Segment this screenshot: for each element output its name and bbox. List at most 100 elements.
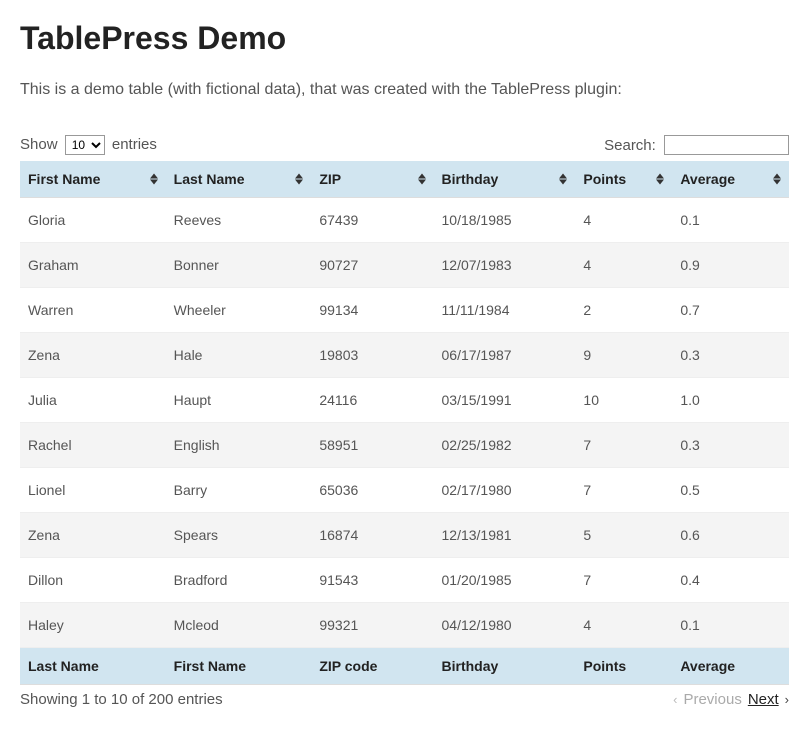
column-header-label: ZIP <box>319 171 341 187</box>
column-header[interactable]: ZIP <box>311 161 433 198</box>
cell-zip: 16874 <box>311 513 433 558</box>
table-row: HaleyMcleod9932104/12/198040.1 <box>20 603 789 648</box>
cell-points: 4 <box>575 243 672 288</box>
page-title: TablePress Demo <box>20 20 789 57</box>
cell-avg: 0.1 <box>672 198 789 243</box>
footer-header: Last Name <box>20 648 166 685</box>
table-row: WarrenWheeler9913411/11/198420.7 <box>20 288 789 333</box>
show-prefix: Show <box>20 136 58 153</box>
sort-icon <box>773 174 781 185</box>
cell-points: 5 <box>575 513 672 558</box>
sort-icon <box>656 174 664 185</box>
cell-points: 9 <box>575 333 672 378</box>
cell-birthday: 03/15/1991 <box>434 378 576 423</box>
cell-avg: 0.9 <box>672 243 789 288</box>
cell-zip: 99134 <box>311 288 433 333</box>
cell-avg: 1.0 <box>672 378 789 423</box>
cell-birthday: 12/13/1981 <box>434 513 576 558</box>
cell-zip: 90727 <box>311 243 433 288</box>
cell-birthday: 04/12/1980 <box>434 603 576 648</box>
cell-birthday: 01/20/1985 <box>434 558 576 603</box>
cell-avg: 0.5 <box>672 468 789 513</box>
next-button[interactable]: Next <box>748 691 779 708</box>
cell-last: Hale <box>166 333 312 378</box>
column-header[interactable]: First Name <box>20 161 166 198</box>
column-header[interactable]: Average <box>672 161 789 198</box>
table-info: Showing 1 to 10 of 200 entries <box>20 691 223 708</box>
cell-birthday: 10/18/1985 <box>434 198 576 243</box>
cell-points: 4 <box>575 603 672 648</box>
footer-header: First Name <box>166 648 312 685</box>
intro-text: This is a demo table (with fictional dat… <box>20 81 789 99</box>
cell-zip: 91543 <box>311 558 433 603</box>
cell-avg: 0.3 <box>672 423 789 468</box>
cell-first: Haley <box>20 603 166 648</box>
cell-first: Gloria <box>20 198 166 243</box>
cell-last: English <box>166 423 312 468</box>
cell-avg: 0.1 <box>672 603 789 648</box>
search-input[interactable] <box>664 135 789 155</box>
cell-first: Graham <box>20 243 166 288</box>
cell-points: 7 <box>575 558 672 603</box>
sort-icon <box>559 174 567 185</box>
table-row: GloriaReeves6743910/18/198540.1 <box>20 198 789 243</box>
cell-last: Reeves <box>166 198 312 243</box>
cell-avg: 0.6 <box>672 513 789 558</box>
show-entries-control: Show 10 entries <box>20 135 157 155</box>
cell-last: Spears <box>166 513 312 558</box>
table-row: ZenaHale1980306/17/198790.3 <box>20 333 789 378</box>
cell-first: Julia <box>20 378 166 423</box>
cell-birthday: 02/25/1982 <box>434 423 576 468</box>
cell-last: Bradford <box>166 558 312 603</box>
cell-last: Barry <box>166 468 312 513</box>
column-header-label: Points <box>583 171 626 187</box>
cell-points: 10 <box>575 378 672 423</box>
column-header-label: Last Name <box>174 171 245 187</box>
cell-points: 4 <box>575 198 672 243</box>
cell-last: Haupt <box>166 378 312 423</box>
sort-icon <box>418 174 426 185</box>
cell-last: Bonner <box>166 243 312 288</box>
cell-first: Warren <box>20 288 166 333</box>
column-header-label: Average <box>680 171 735 187</box>
prev-button[interactable]: Previous <box>683 691 741 708</box>
cell-birthday: 02/17/1980 <box>434 468 576 513</box>
column-header[interactable]: Points <box>575 161 672 198</box>
search-label: Search: <box>604 137 656 154</box>
table-row: LionelBarry6503602/17/198070.5 <box>20 468 789 513</box>
show-suffix: entries <box>112 136 157 153</box>
column-header-label: Birthday <box>442 171 499 187</box>
cell-zip: 99321 <box>311 603 433 648</box>
data-table: First NameLast NameZIPBirthdayPointsAver… <box>20 161 789 685</box>
table-row: ZenaSpears1687412/13/198150.6 <box>20 513 789 558</box>
cell-zip: 19803 <box>311 333 433 378</box>
footer-header: ZIP code <box>311 648 433 685</box>
cell-zip: 65036 <box>311 468 433 513</box>
cell-last: Mcleod <box>166 603 312 648</box>
cell-points: 7 <box>575 423 672 468</box>
cell-birthday: 12/07/1983 <box>434 243 576 288</box>
cell-zip: 58951 <box>311 423 433 468</box>
entries-select[interactable]: 10 <box>65 135 105 155</box>
cell-first: Zena <box>20 513 166 558</box>
column-header-label: First Name <box>28 171 100 187</box>
cell-first: Rachel <box>20 423 166 468</box>
column-header[interactable]: Birthday <box>434 161 576 198</box>
cell-avg: 0.7 <box>672 288 789 333</box>
cell-birthday: 11/11/1984 <box>434 288 576 333</box>
search-control: Search: <box>604 135 789 155</box>
cell-last: Wheeler <box>166 288 312 333</box>
table-row: RachelEnglish5895102/25/198270.3 <box>20 423 789 468</box>
column-header[interactable]: Last Name <box>166 161 312 198</box>
cell-avg: 0.4 <box>672 558 789 603</box>
chevron-left-icon: ‹ <box>673 692 677 707</box>
pager: ‹ Previous Next › <box>673 691 789 708</box>
footer-header: Points <box>575 648 672 685</box>
cell-zip: 24116 <box>311 378 433 423</box>
cell-zip: 67439 <box>311 198 433 243</box>
cell-birthday: 06/17/1987 <box>434 333 576 378</box>
table-row: DillonBradford9154301/20/198570.4 <box>20 558 789 603</box>
cell-first: Lionel <box>20 468 166 513</box>
cell-first: Dillon <box>20 558 166 603</box>
chevron-right-icon: › <box>785 692 789 707</box>
